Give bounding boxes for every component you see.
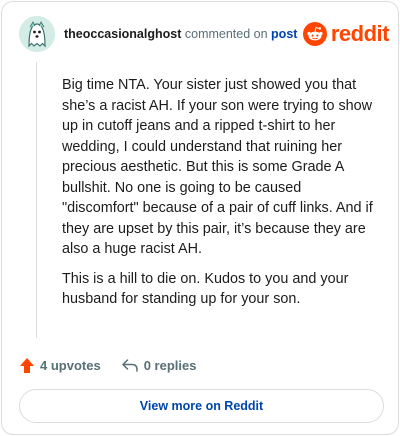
- comment-header: theoccasionalghost commented on post red…: [19, 16, 390, 52]
- view-more-button[interactable]: View more on Reddit: [19, 389, 384, 423]
- reply-icon: [121, 359, 138, 372]
- byline: theoccasionalghost commented on post: [64, 27, 299, 41]
- comment-paragraph: This is a hill to die on. Kudos to you a…: [62, 270, 349, 308]
- comment-body: Big time NTA. Your sister just showed yo…: [62, 75, 380, 319]
- reddit-snoo-icon: [302, 22, 327, 46]
- comment-embed-card: theoccasionalghost commented on post red…: [1, 1, 399, 435]
- reddit-logo[interactable]: reddit: [302, 21, 390, 47]
- avatar-ghost-icon: [19, 16, 55, 52]
- reddit-wordmark: reddit: [330, 21, 390, 46]
- replies-button[interactable]: 0 replies: [121, 357, 197, 373]
- comment-actions: 4 upvotes 0 replies: [19, 354, 196, 376]
- upvote-arrow-icon: [20, 357, 34, 373]
- thread-line: [36, 62, 37, 338]
- comment-paragraph: Big time NTA. Your sister just showed yo…: [62, 77, 373, 257]
- user-avatar[interactable]: [19, 16, 55, 52]
- upvote-button[interactable]: 4 upvotes: [19, 357, 101, 374]
- upvote-count: 4 upvotes: [40, 357, 101, 373]
- byline-action-text: commented on: [184, 27, 268, 41]
- reply-count: 0 replies: [143, 357, 197, 373]
- post-link[interactable]: post: [271, 27, 297, 41]
- username-link[interactable]: theoccasionalghost: [64, 27, 181, 41]
